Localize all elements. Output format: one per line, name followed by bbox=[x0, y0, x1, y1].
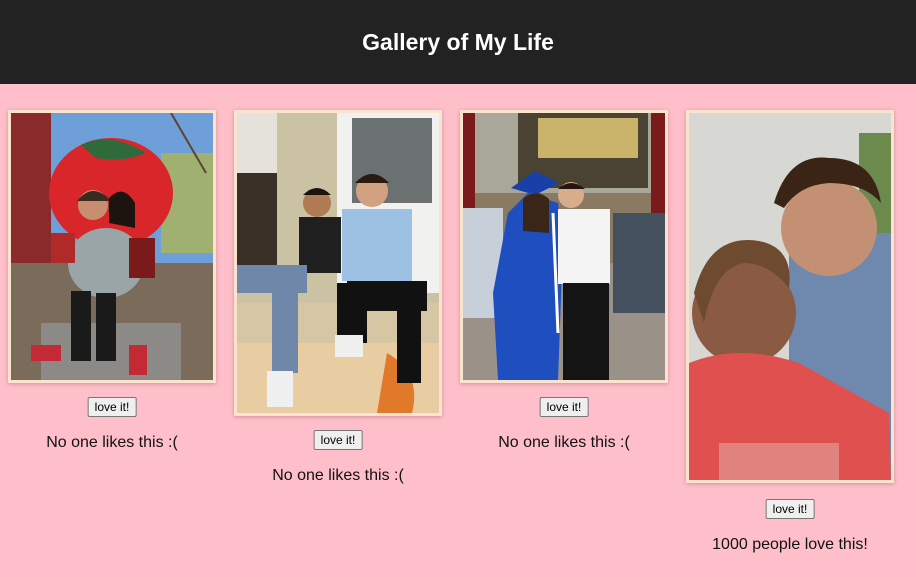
love-it-button[interactable]: love it! bbox=[539, 397, 589, 417]
gallery-photo bbox=[8, 110, 216, 383]
likes-text: No one likes this :( bbox=[272, 467, 404, 484]
page-title: Gallery of My Life bbox=[362, 28, 554, 55]
page-header: Gallery of My Life bbox=[0, 0, 916, 84]
gallery-photo bbox=[234, 110, 442, 416]
likes-text: No one likes this :( bbox=[46, 434, 178, 451]
gallery-photo bbox=[460, 110, 668, 383]
likes-text: No one likes this :( bbox=[498, 434, 630, 451]
love-it-button[interactable]: love it! bbox=[765, 499, 815, 519]
love-it-button[interactable]: love it! bbox=[87, 397, 137, 417]
likes-text: 1000 people love this! bbox=[712, 536, 868, 553]
gallery-photo bbox=[686, 110, 894, 483]
love-it-button[interactable]: love it! bbox=[313, 430, 363, 450]
